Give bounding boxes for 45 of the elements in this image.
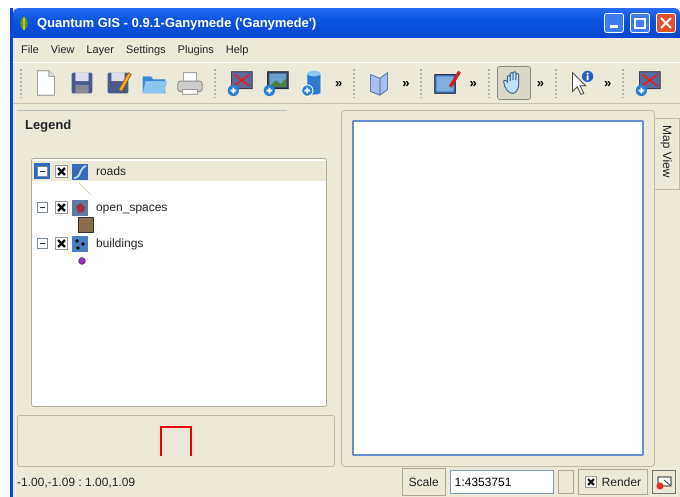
more-tools-button[interactable]: » xyxy=(532,73,548,93)
menu-item[interactable]: Layer xyxy=(80,42,120,58)
layer-row[interactable]: roads xyxy=(32,161,326,181)
visibility-checkbox[interactable] xyxy=(54,164,68,178)
more-tools-button[interactable]: » xyxy=(398,73,414,93)
collapse-icon[interactable] xyxy=(36,202,48,212)
check-mark-icon xyxy=(584,476,597,488)
stop-render-button[interactable] xyxy=(652,470,676,494)
coordinates-text: -1.00,-1.09 : 1.00,1.09 xyxy=(17,474,136,491)
menu-item[interactable]: Plugins xyxy=(172,42,220,58)
layer-name: buildings xyxy=(96,235,144,252)
menu-item[interactable]: File xyxy=(15,42,45,58)
menu-item[interactable]: View xyxy=(44,42,80,58)
visibility-checkbox[interactable] xyxy=(54,200,68,214)
stop-render-icon xyxy=(655,474,673,490)
layer-row[interactable]: buildings xyxy=(32,233,326,253)
more-tools-button[interactable]: » xyxy=(331,73,346,93)
close-icon xyxy=(660,17,672,29)
more-tools-button[interactable]: » xyxy=(465,73,481,93)
toolbar-button[interactable] xyxy=(496,66,531,100)
maximize-button[interactable] xyxy=(630,13,650,33)
status-slot xyxy=(558,470,574,494)
scale-label: Scale xyxy=(402,468,446,496)
scale-field[interactable]: 1:4353751 xyxy=(450,470,554,494)
layer-name: open_spaces xyxy=(96,199,168,216)
window-title: Quantum GIS - 0.9.1-Ganymede ('Ganymede') xyxy=(37,14,318,32)
minimize-icon xyxy=(610,25,618,28)
menu-item[interactable]: Help xyxy=(220,42,254,58)
collapse-icon[interactable] xyxy=(36,166,48,176)
extent-frame xyxy=(160,426,192,456)
visibility-checkbox[interactable] xyxy=(54,236,68,250)
minimize-button[interactable] xyxy=(604,13,624,33)
collapse-icon[interactable] xyxy=(36,238,48,248)
polygon-layer-icon xyxy=(72,200,88,216)
map-view-tab[interactable]: Map View xyxy=(655,118,680,190)
more-tools-button[interactable]: » xyxy=(600,73,616,93)
point-layer-icon xyxy=(72,236,88,252)
layer-name: roads xyxy=(96,163,126,180)
legend-tab[interactable]: Legend xyxy=(17,110,287,142)
maximize-icon xyxy=(634,18,646,28)
close-button[interactable] xyxy=(656,13,676,33)
layer-row[interactable]: open_spaces xyxy=(32,197,326,217)
render-checkbox[interactable]: Render xyxy=(578,469,648,495)
menu-item[interactable]: Settings xyxy=(120,42,172,58)
line-layer-icon xyxy=(72,164,88,180)
